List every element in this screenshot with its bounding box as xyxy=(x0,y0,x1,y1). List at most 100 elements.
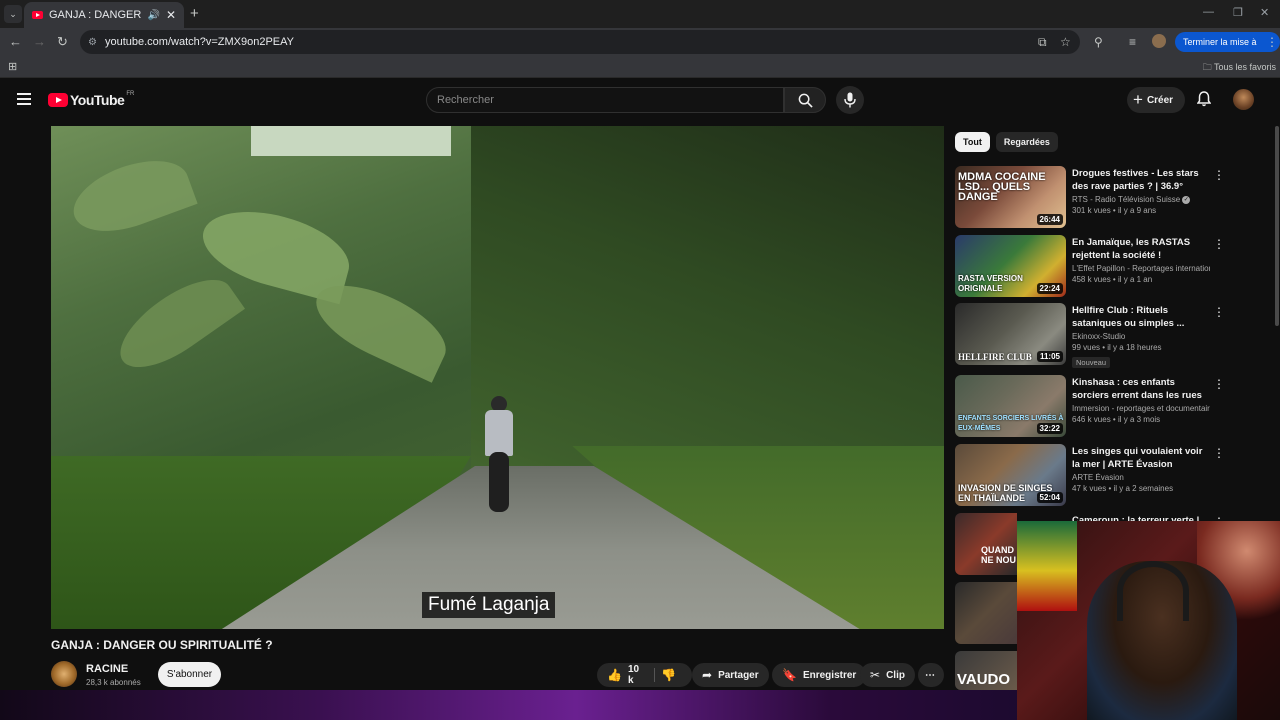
account-avatar[interactable] xyxy=(1233,89,1254,110)
recommendation-title[interactable]: Hellfire Club : Rituels sataniques ou si… xyxy=(1072,304,1210,330)
video-thumbnail[interactable]: VAUDO xyxy=(955,651,1017,690)
more-options-icon[interactable]: ⋮ xyxy=(1213,446,1225,460)
more-options-icon[interactable]: ⋮ xyxy=(1213,168,1225,182)
reading-list-icon[interactable]: ≡ xyxy=(1129,35,1136,49)
subscribe-button[interactable]: S'abonner xyxy=(158,662,221,687)
video-thumbnail[interactable] xyxy=(955,582,1017,644)
video-thumbnail[interactable]: INVASION DE SINGES EN THAÏLANDE 52:04 xyxy=(955,444,1066,506)
youtube-favicon-icon xyxy=(32,11,43,19)
video-duration: 22:24 xyxy=(1036,283,1063,294)
scissors-icon: ✂ xyxy=(870,668,881,682)
channel-name[interactable]: RACINE xyxy=(86,663,128,675)
more-options-icon[interactable]: ⋮ xyxy=(1213,305,1225,319)
search-icon xyxy=(798,93,813,108)
forward-arrow-icon[interactable]: → xyxy=(33,34,46,49)
maximize-icon[interactable]: ❐ xyxy=(1233,6,1243,19)
recommendation-item[interactable]: RASTA VERSION ORIGINALE 22:24 En Jamaïqu… xyxy=(955,235,1225,299)
logo-wordmark: YouTube xyxy=(70,92,125,108)
recommendation-item[interactable]: ENFANTS SORCIERS LIVRÉS À EUX-MÊMES 32:2… xyxy=(955,375,1225,439)
url-text: youtube.com/watch?v=ZMX9on2PEAY xyxy=(104,36,295,48)
browser-menu-icon[interactable]: ⋮ xyxy=(1266,35,1278,49)
save-button[interactable]: 🔖 Enregistrer xyxy=(772,663,867,687)
thumbs-up-icon[interactable]: 👍 xyxy=(607,668,622,682)
recommendation-channel[interactable]: Immersion - reportages et documentair... xyxy=(1072,404,1210,413)
recommendation-stats: 458 k vues • il y a 1 an xyxy=(1072,275,1153,284)
video-thumbnail[interactable]: HELLFIRE CLUB 11:05 xyxy=(955,303,1066,365)
new-badge: Nouveau xyxy=(1072,357,1111,368)
site-settings-icon[interactable]: ⚙ xyxy=(88,37,97,48)
recommendation-title[interactable]: Drogues festives - Les stars des rave pa… xyxy=(1072,167,1210,193)
bookmark-star-icon[interactable]: ☆ xyxy=(1060,35,1071,49)
video-thumbnail[interactable]: ENFANTS SORCIERS LIVRÉS À EUX-MÊMES 32:2… xyxy=(955,375,1066,437)
notifications-bell-icon[interactable] xyxy=(1196,91,1212,112)
like-count[interactable]: 10 k xyxy=(628,664,641,686)
plus-icon: + xyxy=(1133,90,1143,109)
chip-all[interactable]: Tout xyxy=(955,132,990,152)
motorcycle-rider xyxy=(479,396,519,516)
recommendation-stats: 301 k vues • il y a 9 ans xyxy=(1072,206,1157,215)
all-bookmarks-folder[interactable]: 🗀 Tous les favoris xyxy=(1203,60,1276,76)
sidebar-scrollbar[interactable] xyxy=(1275,126,1279,326)
browser-tab-active[interactable]: GANJA : DANGER OU SPIRI 🔊 ✕ xyxy=(24,2,184,28)
minimize-icon[interactable]: — xyxy=(1203,6,1214,18)
recommendation-title[interactable]: En Jamaïque, les RASTAS rejettent la soc… xyxy=(1072,236,1210,262)
finish-update-button[interactable]: Terminer la mise à jour xyxy=(1175,32,1280,67)
audio-playing-icon[interactable]: 🔊 xyxy=(147,10,159,21)
more-options-icon[interactable]: ⋮ xyxy=(1213,377,1225,391)
video-duration: 26:44 xyxy=(1036,214,1063,225)
recommendation-item[interactable]: HELLFIRE CLUB 11:05 Hellfire Club : Ritu… xyxy=(955,303,1225,368)
logo-region: FR xyxy=(126,91,135,97)
thumbnail-caption: VAUDO xyxy=(957,671,1011,688)
tab-search-icon[interactable]: ⌄ xyxy=(4,5,22,23)
thumbnail-caption: QUAND NE NOU xyxy=(981,545,1017,565)
recommendation-channel[interactable]: RTS - Radio Télévision Suisse xyxy=(1072,195,1180,204)
chip-watched[interactable]: Regardées xyxy=(995,132,1058,152)
search-button[interactable] xyxy=(784,87,826,113)
recommendation-title[interactable]: Les singes qui voulaient voir la mer | A… xyxy=(1072,445,1210,471)
close-window-icon[interactable]: ✕ xyxy=(1260,6,1269,19)
recommendation-stats: 99 vues • il y a 18 heures xyxy=(1072,343,1162,352)
clip-button[interactable]: ✂ Clip xyxy=(860,663,915,687)
recommendation-item[interactable]: INVASION DE SINGES EN THAÏLANDE 52:04 Le… xyxy=(955,444,1225,508)
address-bar[interactable]: ⚙ youtube.com/watch?v=ZMX9on2PEAY xyxy=(80,30,1080,54)
microphone-icon xyxy=(844,92,856,108)
headset-icon xyxy=(1117,561,1189,621)
share-button[interactable]: ➦ Partager xyxy=(692,663,769,687)
rasta-flag-banner xyxy=(1017,521,1077,611)
recommendation-item[interactable]: MDMA COCAINE LSD... QUELS DANGE 26:44 Dr… xyxy=(955,166,1225,230)
voice-search-button[interactable] xyxy=(836,86,864,114)
youtube-logo[interactable]: YouTube FR xyxy=(48,91,135,108)
thumbs-down-icon[interactable]: 👎 xyxy=(661,668,676,682)
create-label: Créer xyxy=(1146,94,1174,106)
video-duration: 52:04 xyxy=(1036,492,1063,503)
recommendation-channel[interactable]: ARTE Évasion xyxy=(1072,473,1210,482)
video-thumbnail[interactable]: QUAND NE NOU xyxy=(955,513,1017,575)
apps-grid-icon[interactable]: ⊞ xyxy=(8,60,17,73)
create-button[interactable]: + Créer xyxy=(1127,87,1185,113)
like-dislike-group: 👍 10 k 👎 xyxy=(597,663,692,687)
reload-icon[interactable]: ↻ xyxy=(57,34,68,50)
video-subtitle: Fumé Laganja xyxy=(422,592,556,618)
recommendation-channel[interactable]: Ekinoxx-Studio xyxy=(1072,332,1210,341)
video-player[interactable] xyxy=(51,126,944,629)
recommendation-stats: 47 k vues • il y a 2 semaines xyxy=(1072,484,1174,493)
more-actions-button[interactable]: ⋯ xyxy=(918,663,944,687)
back-arrow-icon[interactable]: ← xyxy=(9,34,22,49)
tab-title: GANJA : DANGER OU SPIRI xyxy=(49,9,143,21)
bookmarks-bar: ⊞ 🗀 Tous les favoris xyxy=(0,56,1280,78)
menu-hamburger-icon[interactable] xyxy=(17,93,31,105)
close-tab-icon[interactable]: ✕ xyxy=(166,8,176,22)
video-thumbnail[interactable]: RASTA VERSION ORIGINALE 22:24 xyxy=(955,235,1066,297)
recommendation-title[interactable]: Kinshasa : ces enfants sorciers errent d… xyxy=(1072,376,1210,402)
browser-profile-avatar[interactable] xyxy=(1152,34,1166,48)
subscriber-count: 28,3 k abonnés xyxy=(86,678,141,687)
youtube-play-icon xyxy=(48,93,68,107)
channel-avatar[interactable] xyxy=(51,661,77,687)
recommendation-channel[interactable]: L'Effet Papillon - Reportages internatio… xyxy=(1072,264,1210,273)
video-thumbnail[interactable]: MDMA COCAINE LSD... QUELS DANGE 26:44 xyxy=(955,166,1066,228)
search-input[interactable]: Rechercher xyxy=(426,87,784,113)
more-options-icon[interactable]: ⋮ xyxy=(1213,237,1225,251)
extensions-icon[interactable]: ⚲ xyxy=(1094,35,1103,49)
install-app-icon[interactable]: ⧉ xyxy=(1038,35,1047,50)
new-tab-button[interactable]: + xyxy=(190,5,199,22)
